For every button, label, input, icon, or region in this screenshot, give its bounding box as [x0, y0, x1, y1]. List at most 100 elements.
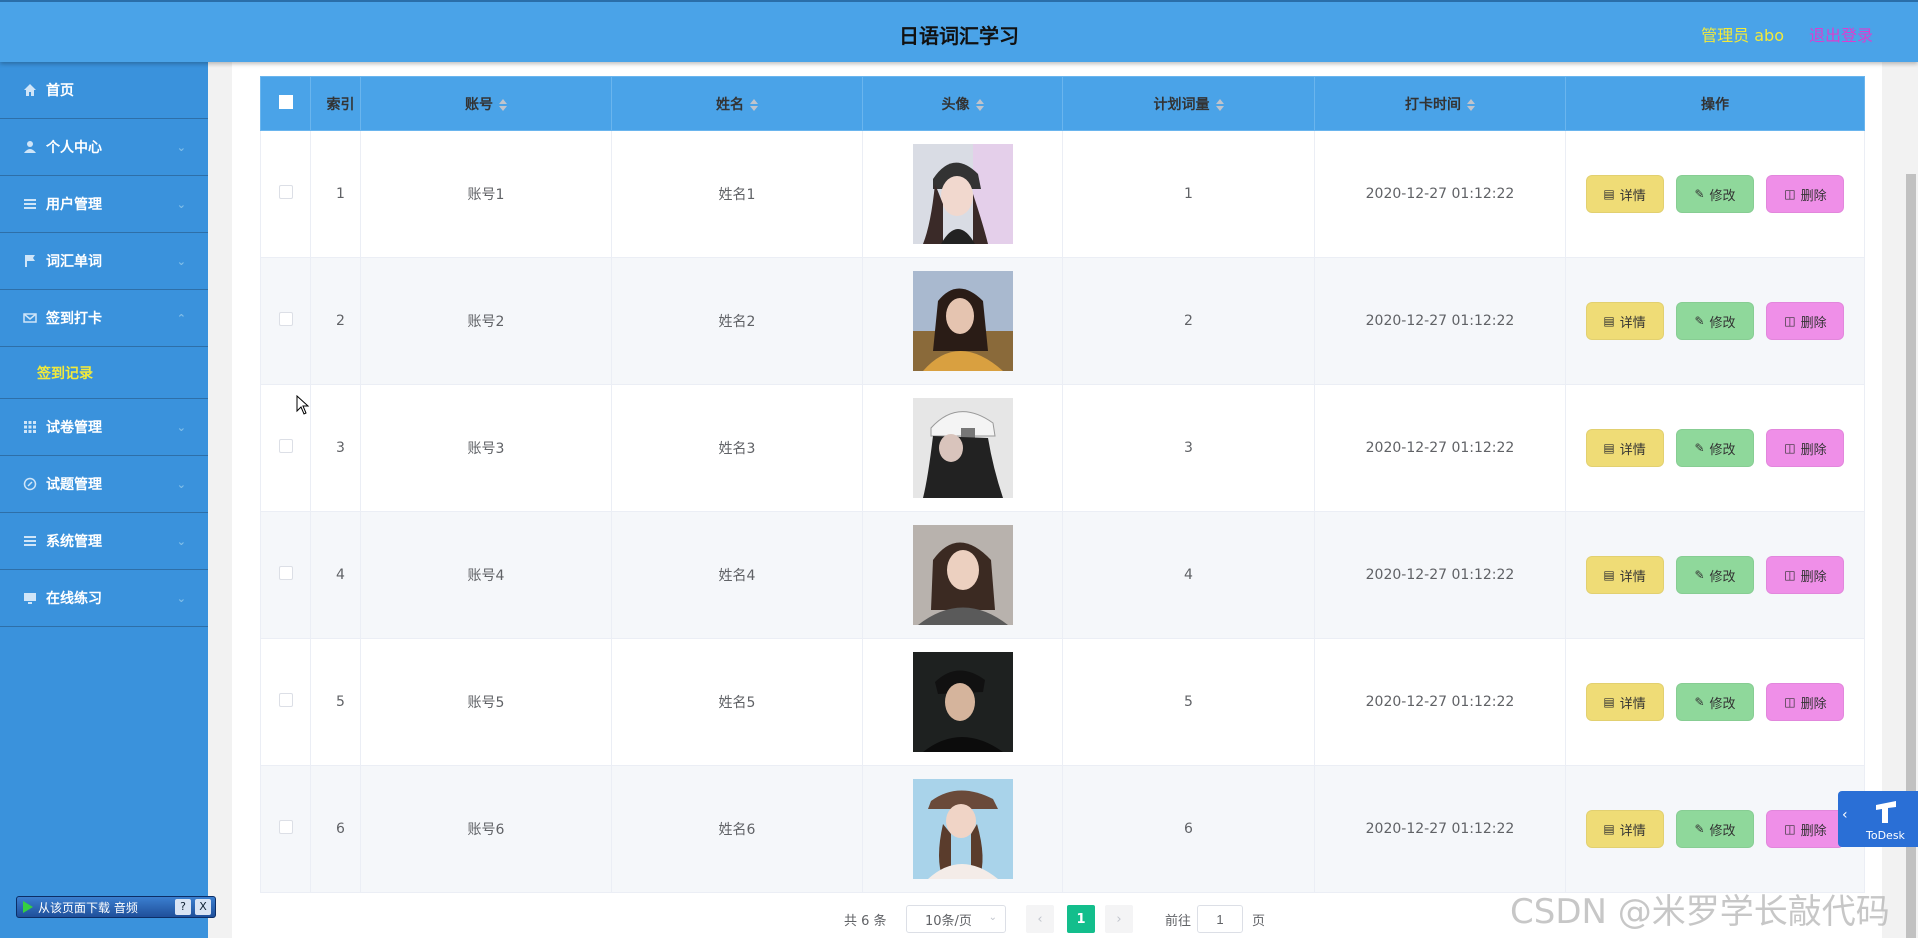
- chevron-down-icon: ⌄: [176, 478, 186, 491]
- edit-button[interactable]: ✎ 修改: [1676, 429, 1754, 467]
- table-header-row: 索引 账号 姓名 头像 计划词量 打卡时间 操作: [260, 76, 1865, 131]
- download-bar-label: 从该页面下载 音频: [38, 900, 138, 915]
- sidebar-item-label: 首页: [46, 83, 74, 99]
- sort-icon[interactable]: [1215, 98, 1224, 111]
- sidebar-item-practice[interactable]: 在线练习 ⌄: [0, 570, 208, 627]
- next-page-button[interactable]: ›: [1105, 905, 1133, 933]
- cell-name: 姓名5: [611, 638, 863, 766]
- edit-button[interactable]: ✎ 修改: [1676, 683, 1754, 721]
- row-select-cell[interactable]: [260, 130, 311, 258]
- col-name[interactable]: 姓名: [611, 76, 863, 131]
- col-avatar[interactable]: 头像: [862, 76, 1063, 131]
- row-checkbox[interactable]: [278, 566, 293, 580]
- edit-button[interactable]: ✎ 修改: [1676, 175, 1754, 213]
- row-checkbox[interactable]: [278, 312, 293, 326]
- table-row: 4 账号4 姓名4 4 2020-12-27 01:12:22 ▤ 详情 ✎ 修…: [260, 511, 1865, 639]
- detail-button[interactable]: ▤ 详情: [1585, 302, 1664, 340]
- edit-label: 修改: [1709, 315, 1736, 331]
- todesk-logo-icon: [1876, 801, 1896, 823]
- row-checkbox[interactable]: [278, 439, 293, 453]
- pencil-icon: ✎: [1694, 568, 1705, 582]
- sidebar-item-checkin[interactable]: 签到打卡 ⌃: [0, 290, 208, 347]
- chevron-down-icon: ⌄: [176, 421, 186, 434]
- row-select-cell[interactable]: [260, 257, 311, 385]
- detail-label: 详情: [1619, 569, 1646, 585]
- prev-page-button[interactable]: ‹: [1026, 905, 1054, 933]
- cell-name: 姓名4: [611, 511, 863, 639]
- cell-index: 2: [310, 257, 361, 385]
- menu-icon: [22, 196, 38, 212]
- table-row: 5 账号5 姓名5 5 2020-12-27 01:12:22 ▤ 详情 ✎ 修…: [260, 638, 1865, 766]
- close-button[interactable]: X: [195, 899, 211, 915]
- col-ops: 操作: [1565, 76, 1865, 131]
- sort-icon[interactable]: [1467, 98, 1475, 111]
- sidebar-subitem-checkin-records[interactable]: 签到记录: [0, 347, 208, 399]
- select-all-cell[interactable]: [260, 76, 311, 131]
- detail-button[interactable]: ▤ 详情: [1585, 683, 1664, 721]
- row-checkbox[interactable]: [278, 820, 293, 834]
- delete-button[interactable]: ◫ 删除: [1766, 683, 1845, 721]
- chevron-down-icon: ⌄: [176, 535, 186, 548]
- user-icon: [22, 139, 38, 155]
- detail-button[interactable]: ▤ 详情: [1585, 175, 1664, 213]
- edit-button[interactable]: ✎ 修改: [1676, 302, 1754, 340]
- delete-button[interactable]: ◫ 删除: [1766, 810, 1845, 848]
- sidebar-item-users[interactable]: 用户管理 ⌄: [0, 176, 208, 233]
- col-plan[interactable]: 计划词量: [1062, 76, 1315, 131]
- row-checkbox[interactable]: [278, 185, 293, 199]
- page-size-select[interactable]: 10条/页 ⌄: [906, 905, 1006, 933]
- edit-button[interactable]: ✎ 修改: [1676, 810, 1754, 848]
- table-row: 6 账号6 姓名6 6 2020-12-27 01:12:22 ▤ 详情 ✎ 修…: [260, 765, 1865, 893]
- delete-button[interactable]: ◫ 删除: [1766, 302, 1845, 340]
- menu-icon: [22, 533, 38, 549]
- goto-page-input[interactable]: [1197, 905, 1243, 933]
- pagination-total: 共 6 条: [844, 913, 887, 929]
- delete-button[interactable]: ◫ 删除: [1766, 429, 1845, 467]
- col-account[interactable]: 账号: [360, 76, 612, 131]
- detail-button[interactable]: ▤ 详情: [1585, 556, 1664, 594]
- cell-plan: 4: [1062, 511, 1315, 639]
- chevron-left-icon: ‹: [1037, 911, 1043, 927]
- watermark: CSDN @米罗学长敲代码: [1510, 892, 1890, 932]
- mouse-cursor-icon: [296, 395, 310, 415]
- sidebar-item-system[interactable]: 系统管理 ⌄: [0, 513, 208, 570]
- delete-button[interactable]: ◫ 删除: [1766, 175, 1845, 213]
- cell-plan: 3: [1062, 384, 1315, 512]
- sort-icon[interactable]: [975, 98, 984, 111]
- detail-button[interactable]: ▤ 详情: [1585, 429, 1664, 467]
- logout-link[interactable]: 退出登录: [1809, 22, 1873, 46]
- page-number-current[interactable]: 1: [1067, 905, 1095, 933]
- row-checkbox[interactable]: [278, 693, 293, 707]
- cell-account: 账号3: [360, 384, 612, 512]
- sort-icon[interactable]: [499, 98, 507, 111]
- row-select-cell[interactable]: [260, 765, 311, 893]
- cell-time: 2020-12-27 01:12:22: [1314, 257, 1566, 385]
- home-icon: [22, 82, 38, 98]
- cell-name: 姓名6: [611, 765, 863, 893]
- detail-button[interactable]: ▤ 详情: [1585, 810, 1664, 848]
- download-bar[interactable]: 从该页面下载 音频 ? X: [16, 896, 216, 918]
- delete-button[interactable]: ◫ 删除: [1766, 556, 1845, 594]
- sort-icon[interactable]: [750, 98, 758, 111]
- sidebar-item-papers[interactable]: 试卷管理 ⌄: [0, 399, 208, 456]
- help-button[interactable]: ?: [175, 899, 191, 915]
- select-all-checkbox[interactable]: [278, 94, 293, 109]
- checkin-table: 索引 账号 姓名 头像 计划词量 打卡时间 操作 1 账号1 姓名1 1 202…: [260, 76, 1865, 893]
- sidebar-item-profile[interactable]: 个人中心 ⌄: [0, 119, 208, 176]
- edit-label: 修改: [1709, 442, 1736, 458]
- col-checkin[interactable]: 打卡时间: [1314, 76, 1566, 131]
- detail-label: 详情: [1619, 823, 1646, 839]
- pencil-icon: ✎: [1694, 187, 1705, 201]
- sidebar-item-vocab[interactable]: 词汇单词 ⌄: [0, 233, 208, 290]
- sidebar-item-questions[interactable]: 试题管理 ⌄: [0, 456, 208, 513]
- cell-avatar: [862, 511, 1063, 639]
- cell-ops: ▤ 详情 ✎ 修改 ◫ 删除: [1565, 257, 1865, 385]
- row-select-cell[interactable]: [260, 638, 311, 766]
- trash-icon: ◫: [1784, 695, 1796, 709]
- row-select-cell[interactable]: [260, 511, 311, 639]
- delete-label: 删除: [1800, 569, 1827, 585]
- edit-button[interactable]: ✎ 修改: [1676, 556, 1754, 594]
- sidebar-item-home[interactable]: 首页: [0, 62, 208, 119]
- page-unit-label: 页: [1252, 913, 1266, 929]
- todesk-widget[interactable]: ‹ ToDesk: [1838, 791, 1918, 847]
